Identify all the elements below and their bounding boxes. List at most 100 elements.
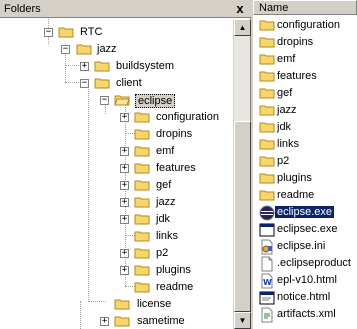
collapse-icon[interactable]: −: [80, 79, 89, 88]
tree-item-label: dropins: [156, 128, 193, 140]
tree-item-label: RTC: [80, 26, 103, 38]
list-item[interactable]: links: [253, 136, 357, 153]
list-item[interactable]: dropins: [253, 34, 357, 51]
tree-item-eclipse[interactable]: − eclipse: [0, 92, 233, 109]
folder-icon: [259, 71, 275, 82]
expand-icon[interactable]: +: [120, 147, 129, 156]
folder-icon: [259, 190, 275, 201]
folder-icon: [76, 44, 92, 55]
html-file-icon: [259, 291, 275, 305]
scroll-down-icon[interactable]: ▼: [234, 312, 251, 329]
folder-icon: [259, 122, 275, 133]
list-item-label: notice.html: [277, 291, 331, 303]
tree-item-dropins[interactable]: dropins: [0, 126, 233, 143]
tree-item-p2[interactable]: + p2: [0, 245, 233, 262]
folder-icon: [134, 197, 150, 208]
tree-item-label: p2: [156, 247, 169, 259]
list-item[interactable]: features: [253, 68, 357, 85]
eclipse-icon: [259, 205, 275, 221]
expand-icon[interactable]: +: [120, 181, 129, 190]
file-list-pane: Name configuration dropins emf features …: [253, 0, 357, 329]
tree-item-plugins[interactable]: + plugins: [0, 262, 233, 279]
tree-item-label: plugins: [156, 264, 191, 276]
folder-icon: [259, 139, 275, 150]
tree-item-sametime[interactable]: + sametime: [0, 313, 233, 329]
folders-pane-title: Folders: [4, 3, 41, 15]
tree-item-client[interactable]: − client: [0, 75, 233, 92]
tree-item-label: jdk: [156, 213, 171, 225]
list-item[interactable]: eclipse.ini: [253, 238, 357, 255]
tree-item-jazz[interactable]: − jazz: [0, 41, 233, 58]
tree-item-configuration[interactable]: + configuration: [0, 109, 233, 126]
list-item-label: jazz: [277, 104, 297, 116]
name-column-header[interactable]: Name: [253, 0, 357, 15]
expand-icon[interactable]: +: [80, 62, 89, 71]
tree-item-label: eclipse: [135, 94, 176, 108]
tree-item-jazz-sub[interactable]: + jazz: [0, 194, 233, 211]
list-item-selected[interactable]: eclipse.exe: [253, 204, 357, 221]
list-item-label: gef: [277, 87, 293, 99]
folder-icon: [134, 163, 150, 174]
list-item-label: configuration: [277, 19, 340, 31]
tree-item-links[interactable]: links: [0, 228, 233, 245]
tree-item-label: gef: [156, 179, 172, 191]
expand-icon[interactable]: +: [120, 113, 129, 122]
tree-item-label: client: [116, 77, 142, 89]
list-item[interactable]: p2: [253, 153, 357, 170]
collapse-icon[interactable]: −: [100, 96, 109, 105]
tree-item-label: license: [137, 298, 172, 310]
tree-item-label: readme: [156, 281, 194, 293]
list-item[interactable]: eclipsec.exe: [253, 221, 357, 238]
expand-icon[interactable]: +: [120, 198, 129, 207]
folder-icon: [58, 27, 74, 38]
list-item[interactable]: jdk: [253, 119, 357, 136]
tree-item-label: jazz: [97, 43, 117, 55]
list-item[interactable]: gef: [253, 85, 357, 102]
list-item[interactable]: notice.html: [253, 289, 357, 306]
list-item-label: eclipse.exe: [275, 206, 335, 218]
list-item[interactable]: plugins: [253, 170, 357, 187]
expand-icon[interactable]: +: [120, 215, 129, 224]
tree-item-emf[interactable]: + emf: [0, 143, 233, 160]
tree-item-rtc[interactable]: − RTC: [0, 24, 233, 41]
folder-icon: [259, 20, 275, 31]
list-item[interactable]: readme: [253, 187, 357, 204]
tree-item-label: jazz: [156, 196, 176, 208]
list-item[interactable]: artifacts.xml: [253, 306, 357, 323]
tree-item-license[interactable]: license: [0, 296, 233, 313]
list-item-label: .eclipseproduct: [277, 257, 351, 269]
list-item[interactable]: configuration: [253, 17, 357, 34]
expand-icon[interactable]: +: [120, 266, 129, 275]
tree-item-buildsystem[interactable]: + buildsystem: [0, 58, 233, 75]
expand-icon[interactable]: +: [120, 249, 129, 258]
list-item-label: links: [277, 138, 300, 150]
expand-icon[interactable]: +: [120, 164, 129, 173]
collapse-icon[interactable]: −: [44, 28, 53, 37]
list-item-label: emf: [277, 53, 296, 65]
collapse-icon[interactable]: −: [61, 45, 70, 54]
ini-file-icon: [261, 239, 273, 255]
scroll-up-icon[interactable]: ▲: [234, 19, 251, 36]
tree-scrollbar[interactable]: ▲ ▼: [233, 19, 251, 329]
tree-item-readme[interactable]: readme: [0, 279, 233, 296]
tree-item-features[interactable]: + features: [0, 160, 233, 177]
expand-icon[interactable]: +: [100, 317, 109, 326]
console-exe-icon: [259, 223, 275, 237]
scrollbar-thumb[interactable]: [234, 121, 251, 312]
folder-icon: [134, 146, 150, 157]
close-icon[interactable]: x: [232, 1, 248, 17]
list-item[interactable]: emf: [253, 51, 357, 68]
folder-icon: [134, 248, 150, 259]
tree-item-label: emf: [156, 145, 175, 157]
tree-item-gef[interactable]: + gef: [0, 177, 233, 194]
list-item[interactable]: jazz: [253, 102, 357, 119]
list-item-label: eclipse.ini: [277, 240, 326, 252]
folder-icon: [134, 282, 150, 293]
list-item-label: dropins: [277, 36, 314, 48]
tree-item-jdk[interactable]: + jdk: [0, 211, 233, 228]
tree-item-label: features: [156, 162, 196, 174]
list-item[interactable]: W epl-v10.html: [253, 272, 357, 289]
svg-text:W: W: [263, 278, 272, 287]
list-item-label: jdk: [277, 121, 292, 133]
list-item[interactable]: .eclipseproduct: [253, 255, 357, 272]
